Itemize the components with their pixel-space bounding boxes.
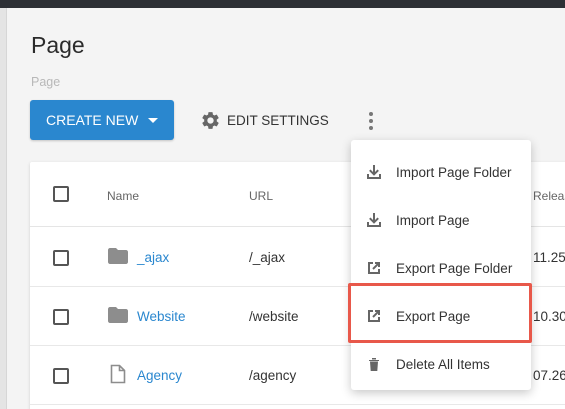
app-top-bar [0,0,565,8]
select-all-checkbox[interactable] [53,186,69,202]
row-url: /agency [249,368,297,383]
more-options-icon[interactable] [362,110,380,132]
column-header-name[interactable]: Name [107,189,139,203]
row-release: 11.25 [533,250,565,265]
menu-item-label: Import Page [396,212,470,228]
file-icon [110,364,126,384]
menu-item-label: Import Page Folder [396,164,512,180]
edit-settings-button[interactable]: EDIT SETTINGS [200,109,329,131]
menu-item-delete-all-items[interactable]: Delete All Items [351,340,531,388]
row-checkbox[interactable] [53,368,69,384]
edit-settings-label: EDIT SETTINGS [227,112,329,128]
folder-icon [108,307,128,323]
row-name-link[interactable]: Agency [137,368,182,383]
folder-icon [108,248,128,264]
trash-icon [368,358,379,371]
menu-item-import-page-folder[interactable]: Import Page Folder [351,148,531,196]
breadcrumb[interactable]: Page [31,75,60,89]
row-release: 07.26 [533,368,565,383]
more-options-menu: Import Page Folder Import Page Export Pa… [351,140,531,390]
create-new-button[interactable]: CREATE NEW [30,100,174,140]
create-new-label: CREATE NEW [46,112,139,128]
more-dot [369,119,373,123]
column-header-release[interactable]: Releas [533,189,565,203]
external-link-icon [367,262,380,274]
download-icon [366,213,381,227]
side-strip [0,8,7,409]
row-checkbox[interactable] [53,250,69,266]
menu-item-import-page[interactable]: Import Page [351,196,531,244]
more-dot [369,126,373,130]
row-checkbox[interactable] [53,309,69,325]
row-name-link[interactable]: Website [137,309,186,324]
column-header-url[interactable]: URL [249,189,273,203]
more-dot [369,112,373,116]
highlight-box [348,283,532,343]
gear-icon [202,111,219,129]
row-url: /_ajax [249,250,286,265]
download-icon [366,165,381,179]
row-name-link[interactable]: _ajax [137,250,169,265]
caret-down-icon [148,117,159,123]
row-release: 10.30 [533,309,565,324]
menu-item-label: Delete All Items [396,356,490,372]
page-title: Page [31,32,85,58]
row-url: /website [249,309,299,324]
menu-item-label: Export Page Folder [396,260,513,276]
